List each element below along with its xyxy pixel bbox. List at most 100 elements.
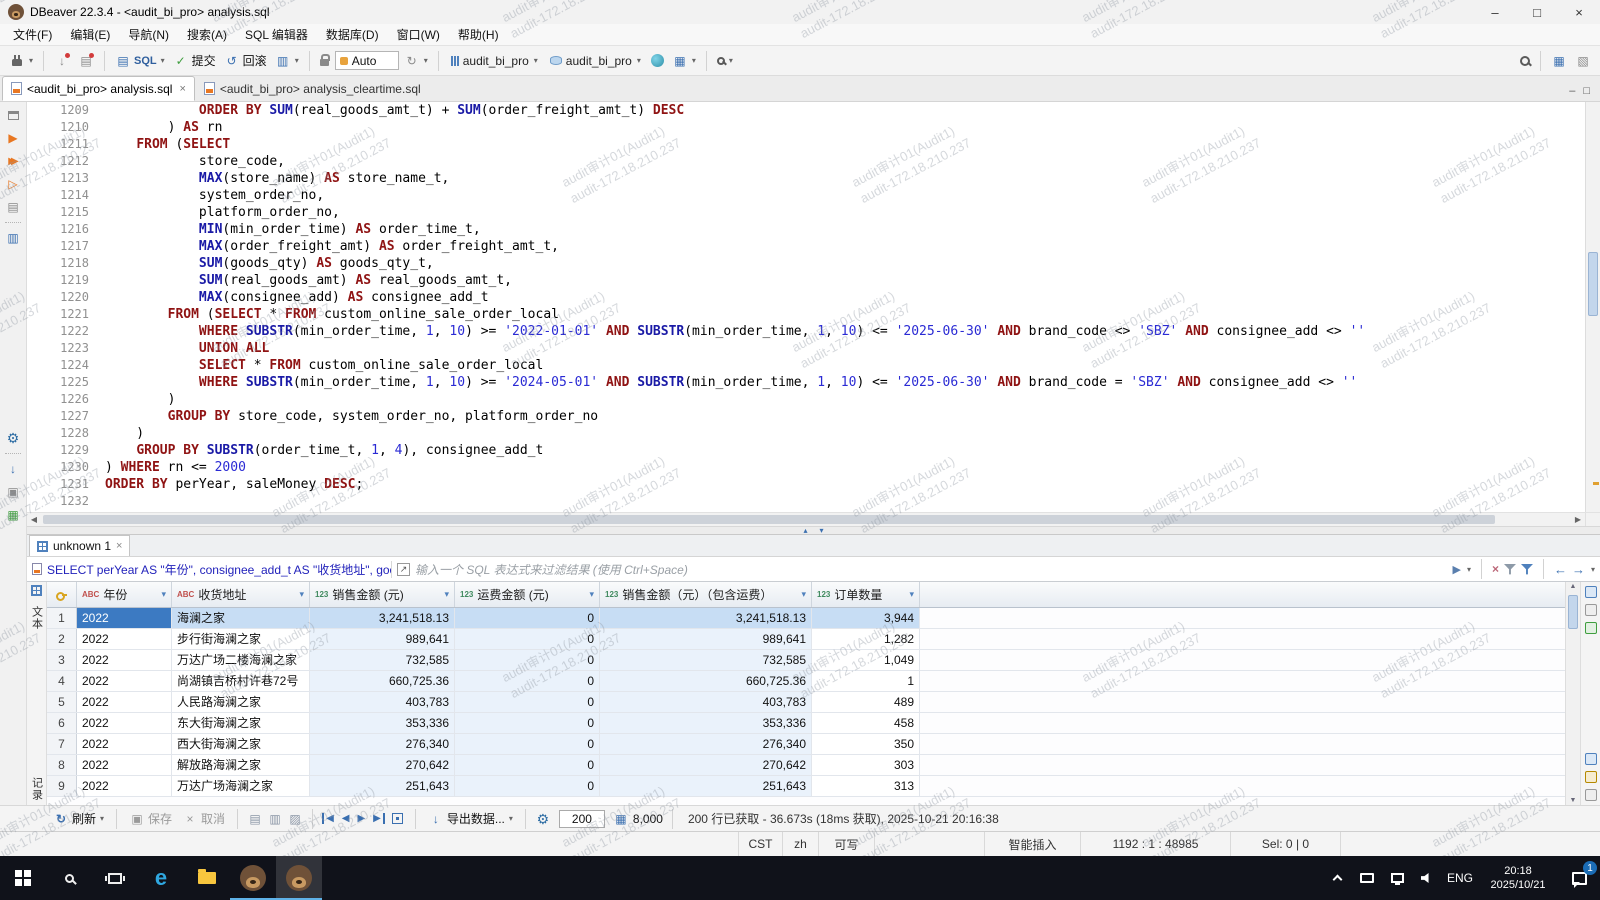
- cell[interactable]: 1,049: [812, 650, 920, 670]
- result-settings-gear-icon[interactable]: ⚙: [535, 811, 551, 827]
- filter-history-icon[interactable]: ▾: [1467, 565, 1471, 574]
- text-view-tab[interactable]: 文本: [29, 606, 45, 630]
- cell[interactable]: 0: [455, 692, 600, 712]
- cell[interactable]: 353,336: [310, 713, 455, 733]
- minimize-panel-icon[interactable]: ▾: [820, 527, 824, 535]
- code-line[interactable]: 1222 WHERE SUBSTR(min_order_time, 1, 10)…: [27, 323, 1585, 340]
- task-view-button[interactable]: [92, 856, 138, 900]
- cell[interactable]: 解放路海澜之家: [172, 755, 310, 775]
- cell[interactable]: 0: [455, 650, 600, 670]
- editor-vertical-scrollbar[interactable]: [1585, 102, 1600, 512]
- save-to-file-icon[interactable]: ▣: [4, 484, 22, 500]
- cell[interactable]: 步行街海澜之家: [172, 629, 310, 649]
- cell[interactable]: 3,241,518.13: [310, 608, 455, 628]
- tray-network-button[interactable]: [1382, 856, 1412, 900]
- query-preview[interactable]: SELECT perYear AS "年份", consignee_add_t …: [47, 561, 392, 578]
- dbeaver-taskbar-button-2[interactable]: [276, 856, 322, 900]
- duplicate-row-icon[interactable]: ▥: [267, 811, 283, 827]
- cell[interactable]: 989,641: [600, 629, 812, 649]
- column-header-2[interactable]: ABC收货地址▾: [172, 582, 310, 607]
- cell[interactable]: 989,641: [310, 629, 455, 649]
- maximize-button[interactable]: □: [1516, 0, 1558, 24]
- tab-analysis-sql[interactable]: <audit_bi_pro> analysis.sql ×: [2, 76, 195, 101]
- cell[interactable]: 0: [455, 629, 600, 649]
- menu-item[interactable]: 帮助(H): [449, 24, 508, 46]
- row-number[interactable]: 6: [47, 713, 77, 733]
- start-button[interactable]: [0, 856, 46, 900]
- cell[interactable]: 350: [812, 734, 920, 754]
- filter-input[interactable]: 输入一个 SQL 表达式来过滤结果 (使用 Ctrl+Space): [415, 561, 1447, 578]
- fetch-data-button[interactable]: ↓: [51, 51, 73, 71]
- refresh-schedule-button[interactable]: ↻▾: [401, 51, 431, 71]
- tray-language-indicator[interactable]: ENG: [1442, 856, 1478, 900]
- calc-panel-icon[interactable]: [1585, 753, 1597, 765]
- menu-item[interactable]: 窗口(W): [388, 24, 449, 46]
- forward-icon[interactable]: →: [1572, 562, 1585, 577]
- cell[interactable]: 2022: [77, 734, 172, 754]
- cell[interactable]: 353,336: [600, 713, 812, 733]
- cell[interactable]: 303: [812, 755, 920, 775]
- open-connection-button[interactable]: ▾: [6, 51, 36, 71]
- scroll-down-icon[interactable]: ▼: [1570, 797, 1577, 804]
- delete-row-icon[interactable]: ▨: [287, 811, 303, 827]
- tray-clock[interactable]: 20:18 2025/10/21: [1478, 856, 1558, 900]
- cell[interactable]: 270,642: [600, 755, 812, 775]
- open-spreadsheet-icon[interactable]: ▦: [4, 507, 22, 523]
- cell[interactable]: 2022: [77, 713, 172, 733]
- cell[interactable]: 西大街海澜之家: [172, 734, 310, 754]
- grid-view-tab[interactable]: [31, 585, 42, 596]
- metadata-panel-icon[interactable]: [1585, 771, 1597, 783]
- row-number[interactable]: 7: [47, 734, 77, 754]
- layout-button[interactable]: ▦▾: [669, 51, 699, 71]
- close-results-icon[interactable]: ×: [116, 540, 122, 552]
- next-row-icon[interactable]: ▶: [355, 813, 367, 824]
- cell[interactable]: 660,725.36: [600, 671, 812, 691]
- commit-button[interactable]: ✓提交: [170, 50, 219, 71]
- menu-item[interactable]: 导航(N): [119, 24, 178, 46]
- refresh-result-button[interactable]: ↻刷新▾: [50, 808, 107, 829]
- cell[interactable]: 489: [812, 692, 920, 712]
- insert-mode-indicator[interactable]: 智能插入: [984, 832, 1080, 856]
- cell[interactable]: 458: [812, 713, 920, 733]
- cell[interactable]: 0: [455, 755, 600, 775]
- settings-gear-icon[interactable]: ⚙: [4, 430, 22, 446]
- schema-select[interactable]: audit_bi_pro▾: [545, 52, 646, 70]
- tray-expand-button[interactable]: [1322, 856, 1352, 900]
- code-area[interactable]: 1209 ORDER BY SUM(real_goods_amt_t) + SU…: [27, 102, 1585, 512]
- row-number[interactable]: 9: [47, 776, 77, 796]
- value-panel-icon[interactable]: [1585, 586, 1597, 598]
- dbeaver-taskbar-button-1[interactable]: [230, 856, 276, 900]
- column-filter-icon[interactable]: ▾: [589, 589, 594, 600]
- taskbar-search-button[interactable]: [46, 856, 92, 900]
- nav-history-icon[interactable]: ▾: [1591, 565, 1595, 574]
- code-line[interactable]: 1231ORDER BY perYear, saleMoney DESC;: [27, 476, 1585, 493]
- code-line[interactable]: 1216 MIN(min_order_time) AS order_time_t…: [27, 221, 1585, 238]
- scroll-up-icon[interactable]: ▲: [1570, 583, 1577, 590]
- column-header-5[interactable]: 123销售金额（元）（包含运费）▾: [600, 582, 812, 607]
- code-line[interactable]: 1219 SUM(real_goods_amt) AS real_goods_a…: [27, 272, 1585, 289]
- cell[interactable]: 251,643: [600, 776, 812, 796]
- scroll-left-icon[interactable]: ◀: [27, 515, 41, 524]
- code-line[interactable]: 1229 GROUP BY SUBSTR(order_time_t, 1, 4)…: [27, 442, 1585, 459]
- cell[interactable]: 403,783: [310, 692, 455, 712]
- edge-browser-button[interactable]: e: [138, 856, 184, 900]
- export-data-icon[interactable]: ↓: [4, 461, 22, 477]
- cell[interactable]: 276,340: [310, 734, 455, 754]
- quick-access-search-button[interactable]: [1517, 54, 1533, 68]
- chart-panel-icon[interactable]: [1585, 622, 1597, 634]
- scrollbar-thumb[interactable]: [1568, 595, 1578, 629]
- editor-horizontal-scrollbar[interactable]: ◀ ▶: [27, 513, 1585, 526]
- expand-filter-icon[interactable]: ↗: [397, 563, 410, 576]
- scroll-right-icon[interactable]: ▶: [1571, 515, 1585, 524]
- code-line[interactable]: 1218 SUM(goods_qty) AS goods_qty_t,: [27, 255, 1585, 272]
- close-tab-icon[interactable]: ×: [179, 83, 185, 95]
- column-filter-icon[interactable]: ▾: [299, 589, 304, 600]
- cell[interactable]: 2022: [77, 608, 172, 628]
- code-line[interactable]: 1210 ) AS rn: [27, 119, 1585, 136]
- code-line[interactable]: 1228 ): [27, 425, 1585, 442]
- go-to-row-icon[interactable]: [392, 813, 403, 824]
- rollback-button[interactable]: ↺回滚: [221, 50, 270, 71]
- code-line[interactable]: 1211 FROM (SELECT: [27, 136, 1585, 153]
- previous-row-icon[interactable]: ◀: [340, 813, 352, 824]
- cancel-result-button[interactable]: ×取消: [179, 808, 228, 829]
